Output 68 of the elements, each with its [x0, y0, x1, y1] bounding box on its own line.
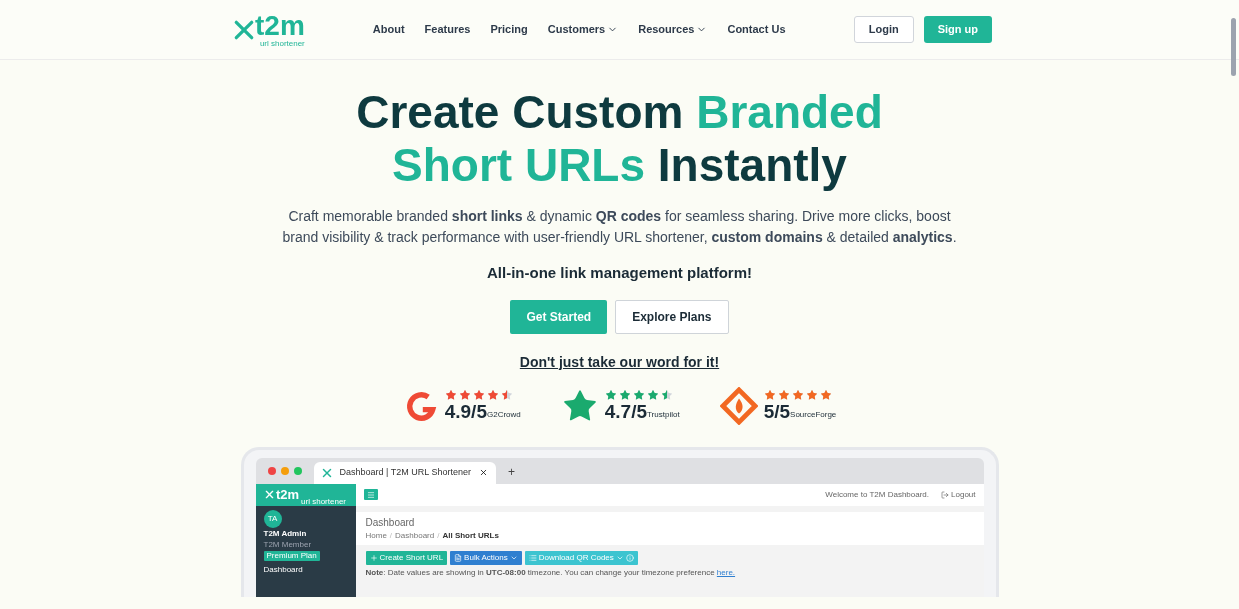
logo-text: t2m — [275, 488, 300, 501]
hero-heading: Create Custom Branded Short URLs Instantly — [355, 86, 884, 192]
action-button[interactable]: Bulk Actions — [450, 550, 522, 565]
info-icon — [625, 553, 634, 562]
browser-tab[interactable]: Dashboard | T2M URL Shortener — [313, 461, 496, 484]
logout-link[interactable]: Logout — [941, 488, 976, 501]
sidebar-item[interactable]: Dashboard — [263, 564, 348, 575]
star-icon — [500, 388, 513, 401]
rating-source: Trustpilot — [647, 409, 680, 421]
plan-badge: Premium Plan — [263, 550, 320, 561]
star-icon — [819, 388, 832, 401]
star-icon — [763, 388, 776, 401]
hero-description: Craft memorable branded short links & dynamic QR codes for seamless sharing. Drive more clicks, boost brand visibility & track performance with user-friendly URL shortener, custom domains & detailed analytics. — [281, 207, 958, 247]
user-role: T2M Member — [263, 539, 313, 550]
breadcrumb[interactable]: Dashboard — [395, 529, 435, 542]
nav-link[interactable]: Customers — [547, 21, 619, 38]
logo-icon — [321, 467, 332, 478]
nav-link[interactable]: Contact Us — [727, 21, 786, 38]
logo-icon — [233, 18, 255, 41]
logo-tagline: url shortener — [301, 497, 346, 506]
new-tab-button[interactable]: + — [507, 462, 515, 481]
close-icon[interactable] — [478, 468, 488, 477]
tab-title: Dashboard | T2M URL Shortener — [339, 465, 471, 479]
logo-tagline: url shortener — [259, 39, 305, 48]
breadcrumb: All Short URLs — [442, 529, 499, 542]
star-icon — [632, 388, 645, 401]
star-icon — [604, 388, 617, 401]
rating-score: 4.9/5 — [444, 400, 487, 423]
page-title: Dashboard — [365, 515, 416, 530]
star-icon — [472, 388, 485, 401]
timezone-link[interactable]: here. — [716, 567, 736, 577]
star-icon — [660, 388, 673, 401]
nav-link[interactable]: Features — [424, 21, 471, 38]
rating-source: G2Crowd — [486, 409, 521, 421]
rating-score: 4.7/5 — [604, 400, 647, 423]
rating-source: SourceForge — [790, 409, 837, 421]
star-icon — [618, 388, 631, 401]
nav-link[interactable]: About — [372, 21, 405, 38]
star-icon — [791, 388, 804, 401]
star-icon — [486, 388, 499, 401]
star-icon — [646, 388, 659, 401]
timezone-note: Note: Date values are showing in UTC-08:00 timezone. You can change your timezone preference here. — [365, 567, 736, 577]
user-name: T2M Admin — [263, 528, 308, 539]
breadcrumb-separator: / — [389, 529, 393, 542]
menu-button[interactable] — [363, 489, 378, 500]
breadcrumb-separator: / — [437, 529, 440, 542]
avatar: TA — [263, 509, 282, 528]
breadcrumb[interactable]: Home — [365, 529, 387, 542]
testimonials-link[interactable]: Don't just take our word for it! — [519, 351, 720, 373]
plus-icon — [369, 553, 378, 562]
star-icon — [777, 388, 790, 401]
star-icon — [805, 388, 818, 401]
logo-icon — [264, 490, 274, 499]
welcome-text: Welcome to T2M Dashboard. — [825, 488, 930, 501]
list-icon — [528, 553, 537, 562]
scrollbar-thumb[interactable] — [1231, 18, 1236, 76]
rating-score: 5/5 — [763, 400, 791, 423]
diamond-logo-icon — [719, 386, 758, 425]
document-icon — [454, 553, 463, 562]
star-icon — [458, 388, 471, 401]
logo-text: t2m — [255, 11, 305, 40]
nav-link[interactable]: Resources — [638, 21, 708, 38]
explore-plans-button[interactable]: Explore Plans — [615, 299, 729, 334]
hero-tagline: All-in-one link management platform! — [487, 263, 752, 283]
login-button[interactable]: Login — [853, 16, 914, 43]
logout-icon — [941, 490, 950, 499]
star-icon — [444, 388, 457, 401]
nav-link[interactable]: Pricing — [490, 21, 528, 38]
